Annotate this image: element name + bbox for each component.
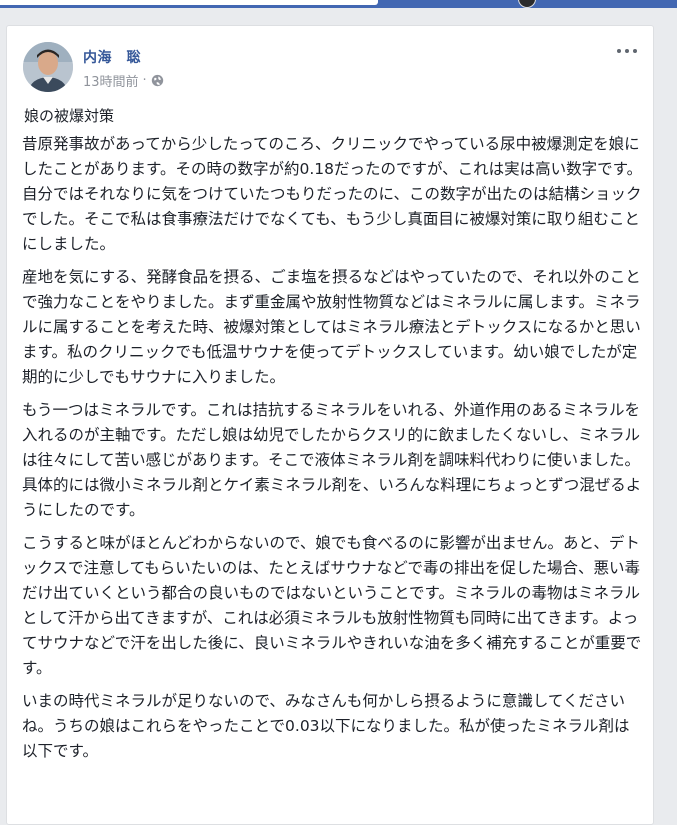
meta-separator: · [142,73,147,88]
post-card: 内海 聡 13時間前 · 娘の被爆対策 昔原発事故があってから少したってのころ、… [6,25,654,825]
post-timestamp[interactable]: 13時間前 [83,71,139,90]
more-options-icon[interactable] [615,44,639,58]
post-body: 昔原発事故があってから少したってのころ、クリニックでやっている尿中被爆測定を娘に… [22,132,644,772]
post-meta: 13時間前 · [83,71,164,90]
post-title: 娘の被爆対策 [24,107,115,125]
author-photo-icon [23,42,73,92]
top-navigation-bar [0,0,677,8]
more-dot [625,49,629,53]
search-bar[interactable] [0,0,378,5]
more-dot [617,49,621,53]
author-name[interactable]: 内海 聡 [83,47,141,67]
post-paragraph: 産地を気にする、発酵食品を摂る、ごま塩を摂るなどはやっていたので、それ以外のこと… [22,268,641,386]
more-dot [633,49,637,53]
post-header: 内海 聡 13時間前 · [19,40,639,96]
profile-avatar-icon[interactable] [518,0,536,8]
post-paragraph: 昔原発事故があってから少したってのころ、クリニックでやっている尿中被爆測定を娘に… [22,135,643,253]
post-paragraph: もう一つはミネラルです。これは拮抗するミネラルをいれる、外道作用のあるミネラルを… [22,401,642,519]
globe-icon[interactable] [151,74,164,87]
author-avatar[interactable] [23,42,73,92]
post-paragraph: こうすると味がほとんどわからないので、娘でも食べるのに影響が出ません。あと、デト… [22,534,642,677]
post-paragraph: いまの時代ミネラルが足りないので、みなさんも何かしら摂るように意識してくださいね… [22,692,630,760]
